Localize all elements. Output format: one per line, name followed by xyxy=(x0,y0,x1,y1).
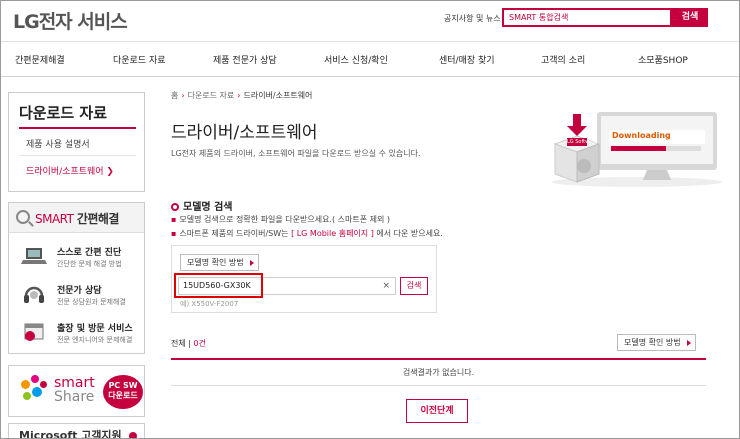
pc-sw-download-badge: PC SW 다운로드 xyxy=(103,375,143,409)
page: LG전자 서비스 공지사항 및 뉴스 SMART 통합검색 검색 간편문제해결 … xyxy=(0,0,740,439)
visit-service-title: 출장 및 방문 서비스 xyxy=(57,324,133,334)
smart-solve-title-red: SMART xyxy=(35,212,74,226)
nav-item-customer-voice[interactable]: 고객의 소리 xyxy=(541,53,585,66)
model-search-tip-2: ▪ 스마트폰 제품의 드라이버/SW는 [ LG Mobile 홈페이지 ] 에서… xyxy=(171,228,443,239)
bullet-icon: ▪ xyxy=(171,215,177,224)
submenu-divider xyxy=(19,127,136,129)
results-model-check-method-button[interactable]: 모델명 확인 방법 xyxy=(617,334,696,351)
global-search-button[interactable]: 검색 xyxy=(672,8,708,27)
breadcrumb-home[interactable]: 홈 xyxy=(171,91,178,100)
model-search-tip-2-pre: 스마트폰 제품의 드라이버/SW는 xyxy=(179,229,289,238)
nav-item-expert-consult[interactable]: 제품 전문가 상담 xyxy=(213,53,277,66)
expert-consult-title: 전문가 상담 xyxy=(57,286,102,296)
global-search-placeholder: SMART 통합검색 xyxy=(509,13,569,22)
no-results-message: 검색결과가 없습니다. xyxy=(402,368,475,377)
breadcrumb-arrow-icon: › xyxy=(237,91,241,100)
nav-item-downloads[interactable]: 다운로드 자료 xyxy=(113,53,166,66)
microsoft-badge-icon xyxy=(129,432,137,438)
submenu-item-manuals[interactable]: 제품 사용 설명서 xyxy=(26,137,90,150)
model-search-box: 모델명 확인 방법 15UD560-GX30K × 검색 예) X550V-F2… xyxy=(171,245,437,313)
model-search-tip-2-post: 에서 다운 받으세요. xyxy=(376,229,443,238)
model-search-title-text: 모델명 검색 xyxy=(183,202,233,213)
model-search-tip-1-text: 모델명 검색으로 정확한 파일을 다운받으세요.( 스마트폰 제외 ) xyxy=(179,215,391,224)
results-header: 전체 | 0건 모델명 확인 방법 xyxy=(171,334,706,356)
smartshare-share: Share xyxy=(54,389,95,405)
download-illustration xyxy=(552,112,722,187)
result-count-value: 0건 xyxy=(193,339,206,348)
microsoft-support-banner[interactable]: Microsoft 고객지원 xyxy=(8,423,145,439)
model-search-button[interactable]: 검색 xyxy=(400,277,428,295)
submenu-title: 다운로드 자료 xyxy=(19,104,108,122)
nav-item-quick-solve[interactable]: 간편문제해결 xyxy=(15,53,65,66)
lg-logo[interactable]: LG전자 서비스 xyxy=(13,7,128,34)
submenu-separator xyxy=(19,155,136,156)
smartshare-banner[interactable]: smart Share PC SW 다운로드 xyxy=(8,365,145,417)
service-calendar-icon xyxy=(24,323,44,341)
model-check-method-button[interactable]: 모델명 확인 방법 xyxy=(180,254,259,271)
result-count-label: 전체 xyxy=(171,339,186,348)
breadcrumb: 홈 › 다운로드 자료 › 드라이버/소프트웨어 xyxy=(171,90,312,101)
microsoft-support-label: Microsoft 고객지원 xyxy=(19,429,122,439)
page-description: LG전자 제품의 드라이버, 소프트웨어 파일을 다운로드 받으실 수 있습니다… xyxy=(171,149,421,158)
self-diagnosis-link[interactable]: 스스로 간편 진단 간단한 문제 해결 방법 xyxy=(9,239,144,275)
breadcrumb-downloads[interactable]: 다운로드 자료 xyxy=(188,91,235,100)
nav-item-service-request[interactable]: 서비스 신청/확인 xyxy=(324,53,388,66)
laptop-icon xyxy=(21,248,47,264)
badge-line2: 다운로드 xyxy=(108,391,138,400)
headset-icon xyxy=(24,286,44,303)
model-search-tip-1: ▪ 모델명 검색으로 정확한 파일을 다운받으세요.( 스마트폰 제외 ) xyxy=(171,214,390,225)
self-diagnosis-title: 스스로 간편 진단 xyxy=(57,248,122,258)
badge-line1: PC SW xyxy=(108,381,138,390)
results-bottom-divider xyxy=(171,385,706,386)
clear-input-icon[interactable]: × xyxy=(382,278,390,294)
results-divider xyxy=(171,358,706,360)
logo-brand-text: 전자 서비스 xyxy=(38,11,128,33)
main-nav: 간편문제해결 다운로드 자료 제품 전문가 상담 서비스 신청/확인 센터/매장… xyxy=(1,41,739,77)
lg-software-label: LG Software xyxy=(567,139,598,145)
bullet-icon: ▪ xyxy=(171,229,177,238)
self-diagnosis-sub: 간단한 문제 해결 방법 xyxy=(57,260,122,268)
submenu-item-drivers[interactable]: 드라이버/소프트웨어 ❯ xyxy=(26,164,114,177)
smart-solve-title: SMART 간편해결 xyxy=(35,210,119,227)
nav-item-center-finder[interactable]: 센터/매장 찾기 xyxy=(439,53,495,66)
breadcrumb-arrow-icon: › xyxy=(181,91,185,100)
visit-service-sub: 전문 엔지니어와 문제해결 xyxy=(57,336,133,344)
lg-mobile-link[interactable]: [ LG Mobile 홈페이지 ] xyxy=(291,229,374,238)
page-title: 드라이버/소프트웨어 xyxy=(171,123,318,143)
smart-solve-title-dark: 간편해결 xyxy=(76,212,120,226)
expert-consult-link[interactable]: 전문가 상담 전문 상담원과 문제해결 xyxy=(9,277,144,313)
highlight-box xyxy=(174,273,263,298)
logo-lg-text: LG xyxy=(13,11,40,33)
breadcrumb-current: 드라이버/소프트웨어 xyxy=(243,91,313,100)
section-circle-icon xyxy=(171,203,179,211)
smartshare-logo-text: smart Share xyxy=(54,376,95,404)
model-search-title: 모델명 검색 xyxy=(171,198,232,213)
previous-step-button[interactable]: 이전단계 xyxy=(406,399,468,423)
result-count: 전체 | 0건 xyxy=(171,339,206,348)
model-example-text: 예) X550V-F2007 xyxy=(180,300,239,308)
downloading-label: Downloading xyxy=(612,131,671,140)
notice-link[interactable]: 공지사항 및 뉴스 xyxy=(444,13,501,24)
nav-item-consumables-shop[interactable]: 소모품SHOP xyxy=(638,53,688,66)
smart-solve-header: SMART 간편해결 xyxy=(9,203,144,233)
expert-consult-sub: 전문 상담원과 문제해결 xyxy=(57,298,126,306)
magnifier-icon xyxy=(16,210,30,224)
download-submenu: 다운로드 자료 제품 사용 설명서 드라이버/소프트웨어 ❯ xyxy=(8,92,145,192)
global-search-input[interactable]: SMART 통합검색 xyxy=(502,8,672,27)
smart-solve-panel: SMART 간편해결 스스로 간편 진단 간단한 문제 해결 방법 전문가 상담… xyxy=(8,202,145,354)
visit-service-link[interactable]: 출장 및 방문 서비스 전문 엔지니어와 문제해결 xyxy=(9,315,144,351)
